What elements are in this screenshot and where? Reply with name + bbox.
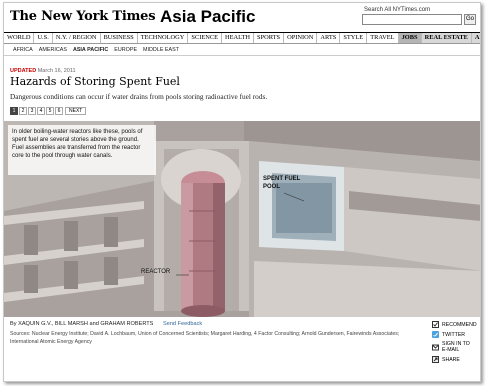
nav-item-opinion[interactable]: OPINION (284, 33, 318, 43)
page-button-3[interactable]: 3 (28, 107, 36, 115)
page-button-5[interactable]: 5 (46, 107, 54, 115)
updated-line: UPDATED March 16, 2011 (10, 68, 76, 74)
page-button-6[interactable]: 6 (55, 107, 63, 115)
subnav-item-europe[interactable]: EUROPE (111, 47, 140, 53)
spent-fuel-pool-label-line1: SPENT FUEL (263, 176, 301, 182)
pager: 1 2 3 4 5 6 NEXT (10, 107, 87, 115)
section-title: Asia Pacific (160, 7, 256, 26)
nav-item-health[interactable]: HEALTH (222, 33, 255, 43)
article-headline: Hazards of Storing Spent Fuel (10, 75, 180, 88)
graphic-caption: In older boiling-water reactors like the… (8, 125, 156, 175)
subnav-item-middle-east[interactable]: MIDDLE EAST (140, 47, 182, 53)
nav-item-world[interactable]: WORLD (4, 33, 35, 43)
nav-item-ny-region[interactable]: N.Y. / REGION (53, 33, 101, 43)
share-icon (432, 356, 439, 363)
email-label: SIGN IN TO E-MAIL (442, 341, 470, 353)
updated-label: UPDATED (10, 68, 37, 74)
share-button[interactable]: SHARE (432, 356, 480, 363)
email-button[interactable]: SIGN IN TO E-MAIL (432, 341, 480, 353)
nav-item-science[interactable]: SCIENCE (188, 33, 223, 43)
email-label-line2: E-MAIL (442, 347, 460, 353)
byline: By XAQUIN G.V., BILL MARSH and GRAHAM RO… (10, 321, 154, 327)
updated-date: March 16, 2011 (37, 68, 76, 74)
page-button-4[interactable]: 4 (37, 107, 45, 115)
nav-item-travel[interactable]: TRAVEL (367, 33, 399, 43)
search-label: Search All NYTimes.com (364, 7, 431, 13)
page-button-2[interactable]: 2 (19, 107, 27, 115)
share-label: SHARE (442, 356, 460, 363)
article-tools: RECOMMEND TWITTER SIGN IN TO E-MAIL SHAR… (432, 321, 480, 366)
main-nav: WORLD U.S. N.Y. / REGION BUSINESS TECHNO… (4, 32, 480, 44)
nav-item-jobs[interactable]: JOBS (398, 33, 422, 43)
twitter-button[interactable]: TWITTER (432, 331, 480, 338)
sub-nav: AFRICA AMERICAS ASIA PACIFIC EUROPE MIDD… (4, 45, 480, 56)
nav-item-real-estate[interactable]: REAL ESTATE (421, 33, 472, 43)
spent-fuel-pool-label: SPENT FUEL POOL (263, 175, 300, 191)
nav-item-arts[interactable]: ARTS (317, 33, 341, 43)
nyt-logo[interactable]: The New York Times (10, 9, 156, 24)
subnav-item-africa[interactable]: AFRICA (10, 47, 36, 53)
subnav-item-asia-pacific[interactable]: ASIA PACIFIC (70, 47, 111, 53)
nav-item-style[interactable]: STYLE (340, 33, 368, 43)
nav-item-technology[interactable]: TECHNOLOGY (138, 33, 189, 43)
nav-item-us[interactable]: U.S. (34, 33, 53, 43)
checkbox-icon (432, 321, 439, 328)
reactor-graphic: In older boiling-water reactors like the… (4, 121, 480, 317)
masthead: The New York Times Asia Pacific Search A… (4, 3, 480, 33)
twitter-icon (432, 331, 439, 338)
nav-item-business[interactable]: BUSINESS (101, 33, 138, 43)
next-button[interactable]: NEXT (65, 107, 87, 115)
recommend-label: RECOMMEND (442, 321, 477, 328)
nav-item-sports[interactable]: SPORTS (254, 33, 285, 43)
article-dek: Dangerous conditions can occur if water … (10, 92, 268, 101)
search-input[interactable] (362, 14, 462, 25)
recommend-button[interactable]: RECOMMEND (432, 321, 480, 328)
page-button-1[interactable]: 1 (10, 107, 18, 115)
nav-item-autos[interactable]: AUTOS (471, 33, 480, 43)
subnav-item-americas[interactable]: AMERICAS (36, 47, 70, 53)
sources-text: Sources: Nuclear Energy Institute; David… (10, 331, 400, 345)
credits-line: By XAQUIN G.V., BILL MARSH and GRAHAM RO… (10, 321, 202, 327)
twitter-label: TWITTER (442, 331, 466, 338)
page-frame: The New York Times Asia Pacific Search A… (3, 2, 481, 382)
spent-fuel-pool-label-line2: POOL (263, 184, 281, 190)
search-go-button[interactable]: Go (464, 14, 476, 25)
reactor-label: REACTOR (141, 269, 171, 275)
send-feedback-link[interactable]: Send Feedback (163, 321, 202, 327)
envelope-icon (432, 344, 439, 350)
